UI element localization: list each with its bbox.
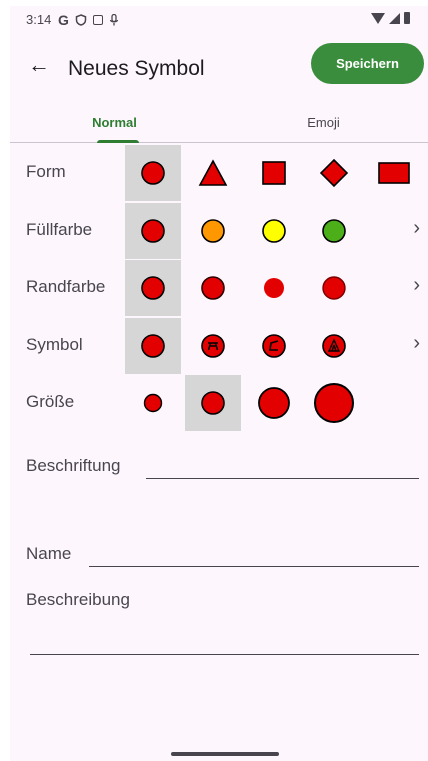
symbol-option-picnic[interactable] (185, 318, 241, 374)
red-circle-icon (141, 219, 165, 243)
plain-circle-icon (141, 334, 165, 358)
screenshot-icon (92, 15, 103, 25)
gesture-nav-bar[interactable] (171, 752, 279, 756)
size-label: Größe (26, 392, 75, 411)
medium-circle-icon (201, 391, 225, 415)
size-option-xlarge[interactable] (306, 375, 362, 431)
signal-icon (389, 12, 400, 24)
shape-option-rectangle[interactable] (366, 145, 422, 201)
circle-marker-icon (141, 161, 165, 185)
tab-emoji[interactable]: Emoji (219, 102, 428, 142)
small-circle-icon (143, 393, 163, 413)
save-button[interactable]: Speichern (311, 43, 424, 84)
battery-icon (404, 12, 410, 24)
border-option-black[interactable] (125, 260, 181, 316)
fill-more-chevron-icon[interactable]: › (413, 217, 420, 240)
caption-label: Beschriftung (26, 456, 121, 475)
description-label: Beschreibung (26, 590, 130, 609)
dark-border-circle-icon (201, 276, 225, 300)
system-icons (371, 12, 410, 24)
symbol-label: Symbol (26, 335, 83, 354)
wifi-icon (371, 12, 385, 24)
black-border-circle-icon (141, 276, 165, 300)
description-input-underline[interactable] (30, 654, 419, 655)
shape-label: Form (26, 162, 66, 181)
caption-input-underline[interactable] (146, 478, 419, 479)
name-field[interactable]: Name (10, 540, 428, 574)
fill-option-green[interactable] (306, 203, 362, 259)
symbol-option-tent[interactable] (306, 318, 362, 374)
shape-option-diamond[interactable] (306, 145, 362, 201)
name-input-underline[interactable] (89, 566, 419, 567)
fill-color-row: Füllfarbe › (10, 203, 428, 259)
border-color-label: Randfarbe (26, 277, 106, 296)
shape-row: Form (10, 145, 428, 201)
tab-normal-label: Normal (92, 114, 137, 130)
size-option-large[interactable] (246, 375, 302, 431)
shape-option-square[interactable] (246, 145, 302, 201)
caption-field[interactable]: Beschriftung (10, 452, 428, 486)
symbol-option-shelter[interactable] (246, 318, 302, 374)
active-tab-indicator (97, 140, 139, 143)
size-option-small[interactable] (125, 375, 181, 431)
description-field[interactable]: Beschreibung (10, 586, 428, 658)
fill-option-orange[interactable] (185, 203, 241, 259)
yellow-circle-icon (262, 219, 286, 243)
no-border-circle-icon (264, 278, 284, 298)
tab-normal[interactable]: Normal (10, 102, 219, 142)
symbol-option-none[interactable] (125, 318, 181, 374)
triangle-marker-icon (198, 159, 228, 186)
name-label: Name (26, 544, 72, 563)
top-app-bar: ← Neues Symbol Speichern (10, 40, 428, 96)
tent-icon (322, 334, 346, 358)
orange-circle-icon (201, 219, 225, 243)
red-border-circle-icon (322, 276, 346, 300)
border-more-chevron-icon[interactable]: › (413, 274, 420, 297)
shape-option-triangle[interactable] (185, 145, 241, 201)
notification-icons: G (58, 12, 119, 28)
xlarge-circle-icon (314, 383, 354, 423)
status-bar: 3:14 G (10, 6, 428, 30)
symbol-more-chevron-icon[interactable]: › (413, 332, 420, 355)
size-option-medium[interactable] (185, 375, 241, 431)
border-option-red[interactable] (306, 260, 362, 316)
border-option-none[interactable] (246, 260, 302, 316)
border-color-row: Randfarbe › (10, 260, 428, 316)
tab-emoji-label: Emoji (307, 114, 340, 130)
shield-icon (75, 14, 87, 26)
lean-to-icon (262, 334, 286, 358)
shape-option-circle[interactable] (125, 145, 181, 201)
app-screen: 3:14 G ← Neues Symbol Speichern Normal E… (10, 6, 428, 761)
symbol-row: Symbol › (10, 318, 428, 374)
square-marker-icon (262, 161, 286, 185)
large-circle-icon (258, 387, 290, 419)
google-icon: G (58, 12, 69, 28)
mic-icon (109, 14, 119, 26)
page-title: Neues Symbol (68, 57, 205, 80)
fill-option-red[interactable] (125, 203, 181, 259)
fill-option-yellow[interactable] (246, 203, 302, 259)
picnic-table-icon (201, 334, 225, 358)
size-row: Größe (10, 375, 428, 431)
tab-bar: Normal Emoji (10, 102, 428, 143)
status-time: 3:14 (26, 12, 52, 27)
fill-color-label: Füllfarbe (26, 220, 93, 239)
green-circle-icon (322, 219, 346, 243)
back-arrow-icon[interactable]: ← (24, 50, 54, 80)
rectangle-marker-icon (378, 162, 410, 184)
border-option-dark[interactable] (185, 260, 241, 316)
diamond-marker-icon (319, 158, 349, 188)
